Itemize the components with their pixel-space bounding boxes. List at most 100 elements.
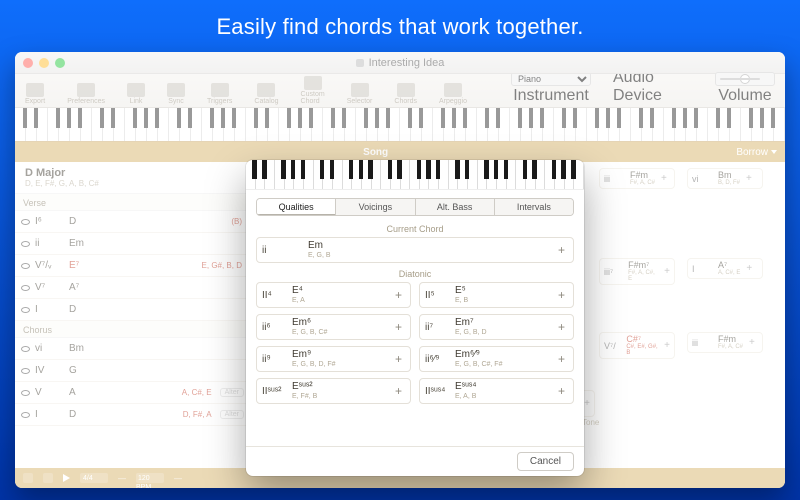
toolbar-sync[interactable]: Sync	[167, 83, 185, 105]
toolbar: Export Preferences Link Sync Triggers Ca…	[15, 74, 785, 108]
key-notes: D, E, F#, G, A, B, C#	[25, 179, 240, 188]
play-button[interactable]	[63, 474, 70, 482]
chord-name: Eˢᵘˢ²	[292, 382, 392, 393]
diatonic-chord-cell[interactable]: IIˢᵘˢ⁴Eˢᵘˢ⁴E, A, B+	[419, 378, 574, 404]
tempo-field[interactable]: 120 BPM	[136, 473, 164, 483]
roman-numeral: vi	[35, 343, 69, 354]
suggestion-card[interactable]: iiiF#mF#, A, C#+	[687, 332, 763, 353]
toolbar-custom-chord[interactable]: Custom Chord	[301, 76, 325, 105]
volume-slider[interactable]: Volume	[715, 72, 775, 105]
add-chord-button[interactable]: +	[392, 384, 405, 398]
section-header: Chorus	[15, 321, 250, 338]
chords-icon	[397, 83, 415, 97]
toolbar-arpeggio[interactable]: Arpeggio	[439, 83, 467, 105]
add-chord-button[interactable]: +	[555, 320, 568, 334]
suggestion-card[interactable]: iii⁷F#m⁷F#, A, C#, E+	[599, 258, 675, 285]
add-chord-button[interactable]: +	[746, 173, 752, 184]
alter-button[interactable]: Alter	[220, 410, 244, 419]
roman-numeral: ii⁶⁄⁹	[425, 354, 455, 365]
timesig-field[interactable]: 4/4	[80, 473, 108, 483]
instrument-select[interactable]: Piano Instrument	[511, 72, 591, 105]
roman-numeral: I⁶	[35, 216, 69, 227]
chord-name: E⁴	[292, 286, 392, 297]
add-chord-button[interactable]: +	[392, 320, 405, 334]
toolbar-catalog[interactable]: Catalog	[254, 83, 278, 105]
chord-name: D	[69, 216, 76, 227]
current-chord-cell[interactable]: ii Em E, G, B +	[256, 237, 574, 263]
toolbar-preferences[interactable]: Preferences	[67, 83, 105, 105]
tab-voicings[interactable]: Voicings	[336, 199, 415, 215]
song-chord-row[interactable]: iiEm	[15, 233, 250, 255]
song-column: D Major D, E, F#, G, A, B, C# VerseI⁶D(B…	[15, 162, 251, 468]
borrow-dropdown[interactable]: Borrow	[736, 147, 777, 158]
modal-piano[interactable]	[246, 160, 584, 190]
cancel-button[interactable]: Cancel	[517, 452, 574, 471]
chord-notes: E, G, B, D	[455, 329, 555, 336]
chord-name: A	[69, 387, 76, 398]
add-chord-button[interactable]: +	[555, 288, 568, 302]
alter-button[interactable]: Alter	[220, 388, 244, 397]
loop-icon[interactable]	[43, 473, 53, 483]
add-chord-button[interactable]: +	[664, 266, 670, 277]
trigger-icon	[211, 83, 229, 97]
tab-qualities[interactable]: Qualities	[257, 199, 336, 215]
song-bar: Song Borrow	[15, 142, 785, 162]
note-icon	[15, 346, 35, 352]
chord-notes: E, A, B	[455, 393, 555, 400]
roman-numeral: IIˢᵘˢ⁴	[425, 386, 455, 397]
song-chord-row[interactable]: IVG	[15, 360, 250, 382]
toolbar-selector[interactable]: Selector	[347, 83, 373, 105]
chord-notes: E, F#, B	[292, 393, 392, 400]
add-chord-button[interactable]: +	[392, 288, 405, 302]
diatonic-chord-cell[interactable]: II⁴E⁴E, A+	[256, 282, 411, 308]
tab-alt-bass[interactable]: Alt. Bass	[416, 199, 495, 215]
toolbar-export[interactable]: Export	[25, 83, 45, 105]
export-icon	[26, 83, 44, 97]
chord-icon	[304, 76, 322, 90]
chord-notes: A, C#, E	[718, 270, 740, 276]
toolbar-link[interactable]: Link	[127, 83, 145, 105]
roman-numeral: ii	[35, 238, 69, 249]
key-name: D Major	[25, 167, 240, 179]
note-icon	[15, 219, 35, 225]
diatonic-chord-cell[interactable]: ii⁶⁄⁹Em⁶⁄⁹E, G, B, C#, F#+	[419, 346, 574, 372]
chevron-down-icon	[771, 150, 777, 154]
diatonic-chord-cell[interactable]: ii⁶Em⁶E, G, B, C#+	[256, 314, 411, 340]
current-chord-label: Current Chord	[246, 224, 584, 234]
suggestion-card[interactable]: iiiF#mF#, A, C#+	[599, 168, 675, 189]
song-chord-row[interactable]: V⁷A⁷	[15, 277, 250, 299]
add-chord-button[interactable]: +	[584, 398, 590, 409]
metronome-icon[interactable]	[23, 473, 33, 483]
song-chord-row[interactable]: viBm	[15, 338, 250, 360]
toolbar-chords[interactable]: Chords	[394, 83, 417, 105]
song-chord-row[interactable]: I⁶D(B)	[15, 211, 250, 233]
note-icon	[15, 390, 35, 396]
diatonic-chord-cell[interactable]: ii⁹Em⁹E, G, B, D, F#+	[256, 346, 411, 372]
add-chord-button[interactable]: +	[664, 340, 670, 351]
suggestion-card[interactable]: V⁷/C#⁷C#, E#, G#, B+	[599, 332, 675, 359]
roman-numeral: V⁷	[35, 282, 69, 293]
add-chord-button[interactable]: +	[555, 384, 568, 398]
add-chord-button[interactable]: +	[749, 337, 755, 348]
chord-notes: E, A	[292, 297, 392, 304]
diatonic-chord-cell[interactable]: IIˢᵘˢ²Eˢᵘˢ²E, F#, B+	[256, 378, 411, 404]
song-chord-row[interactable]: ID	[15, 299, 250, 321]
song-chord-row[interactable]: VAA, C#, EAlter	[15, 382, 250, 404]
add-chord-button[interactable]: +	[555, 243, 568, 257]
key-header[interactable]: D Major D, E, F#, G, A, B, C#	[15, 162, 250, 194]
suggestion-card[interactable]: IA⁷A, C#, E+	[687, 258, 763, 279]
diatonic-chord-cell[interactable]: II⁵E⁵E, B+	[419, 282, 574, 308]
roman-numeral: IV	[35, 365, 69, 376]
song-chord-row[interactable]: V⁷/ᵥE⁷E, G#, B, D	[15, 255, 250, 277]
add-chord-button[interactable]: +	[555, 352, 568, 366]
suggestion-card[interactable]: viBmB, D, F#+	[687, 168, 763, 189]
tab-intervals[interactable]: Intervals	[495, 199, 573, 215]
main-piano[interactable]	[15, 108, 785, 142]
add-chord-button[interactable]: +	[746, 263, 752, 274]
add-chord-button[interactable]: +	[392, 352, 405, 366]
song-chord-row[interactable]: IDD, F#, AAlter	[15, 404, 250, 426]
roman-numeral: I	[35, 409, 69, 420]
toolbar-triggers[interactable]: Triggers	[207, 83, 232, 105]
add-chord-button[interactable]: +	[661, 173, 667, 184]
diatonic-chord-cell[interactable]: ii⁷Em⁷E, G, B, D+	[419, 314, 574, 340]
